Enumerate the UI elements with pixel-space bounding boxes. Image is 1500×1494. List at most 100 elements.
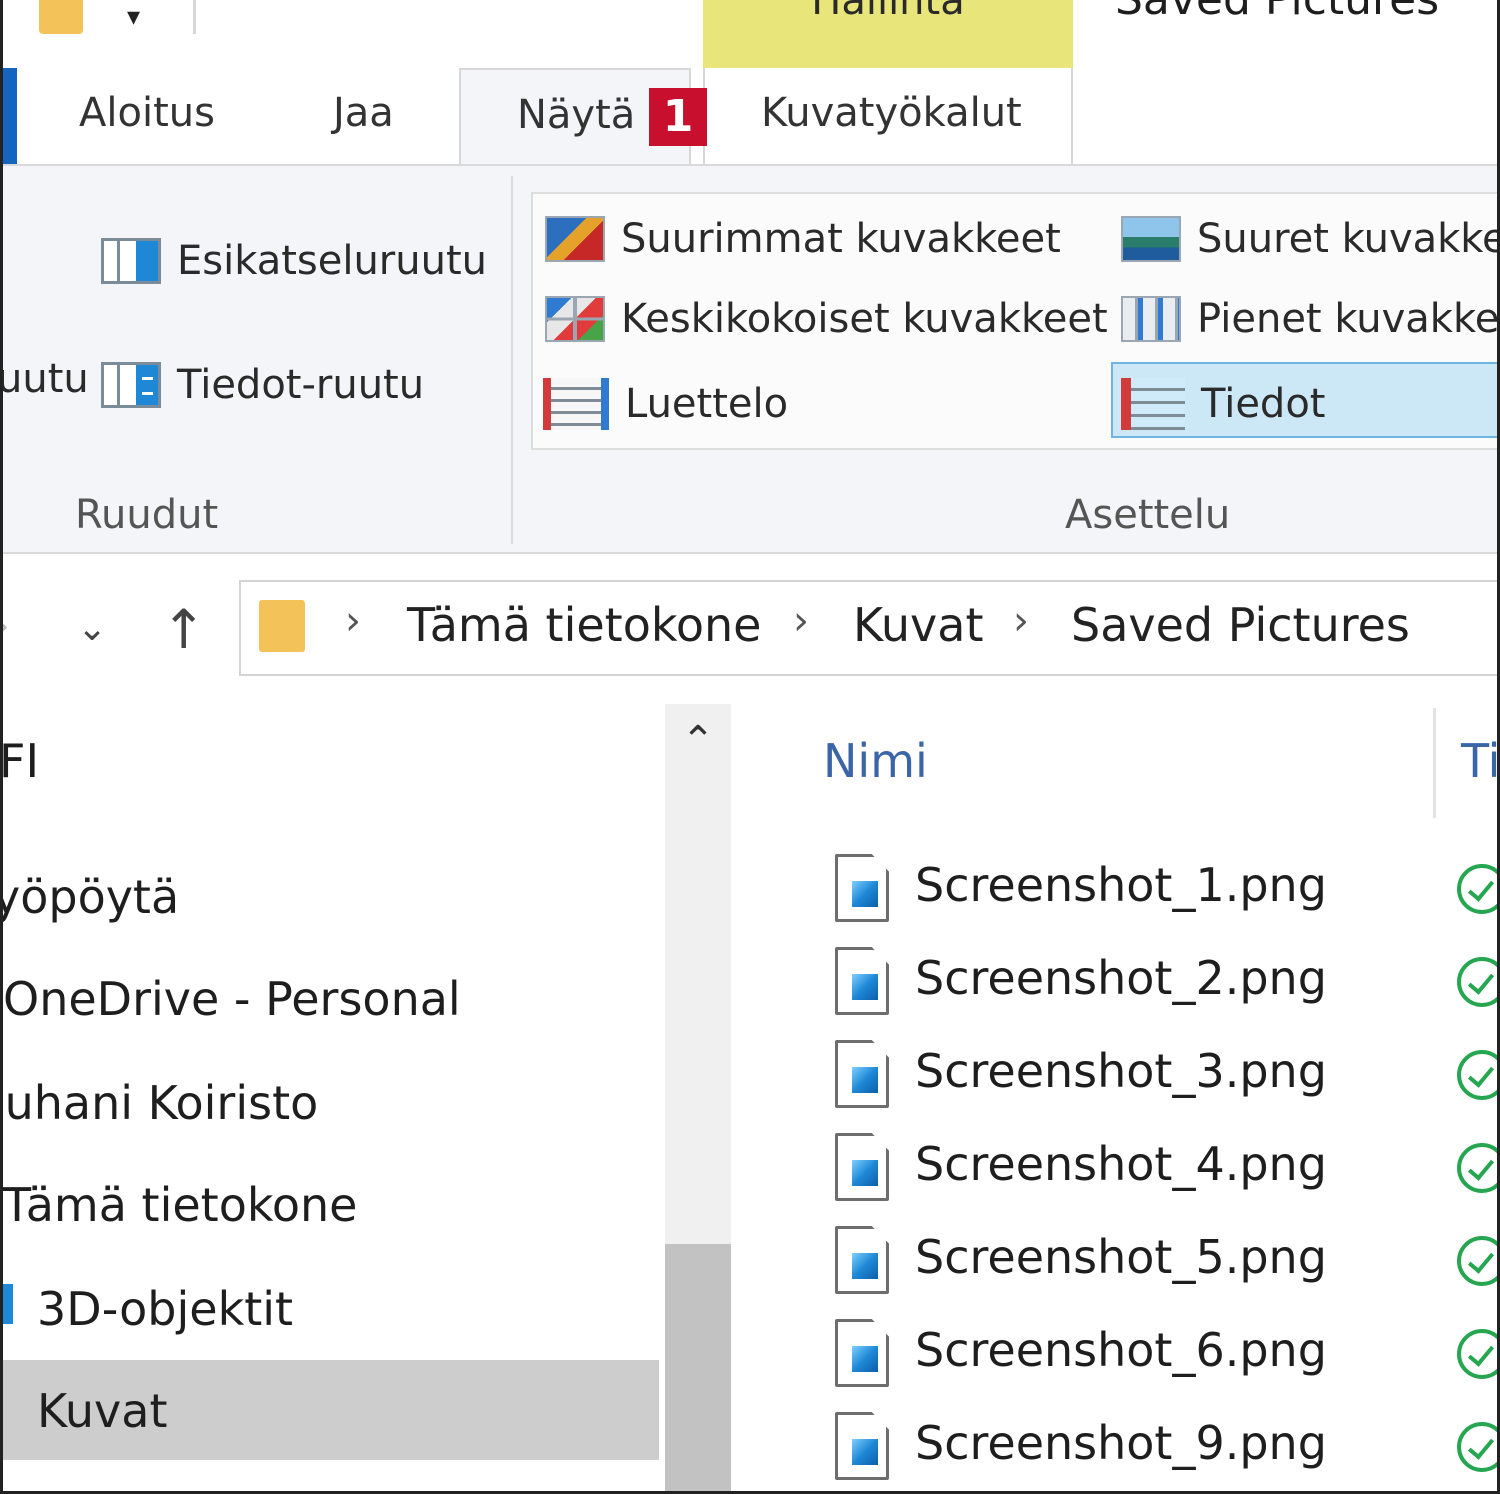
image-file-icon bbox=[835, 1133, 889, 1201]
image-file-icon bbox=[835, 947, 889, 1015]
image-file-icon bbox=[835, 854, 889, 922]
ribbon-tabs: Aloitus Jaa Näytä Kuvatyökalut bbox=[3, 68, 1497, 168]
recent-locations-chevron-icon[interactable]: ⌄ bbox=[77, 608, 107, 649]
preview-pane-button[interactable]: Esikatseluruutu bbox=[101, 238, 487, 284]
context-group-label: Hallinta bbox=[811, 0, 965, 24]
breadcrumb-saved-pictures[interactable]: Saved Pictures bbox=[1071, 598, 1410, 652]
nav-item-desktop[interactable]: yöpöytä bbox=[3, 870, 179, 924]
preview-pane-icon bbox=[101, 238, 161, 284]
file-row[interactable]: Screenshot_9.png bbox=[835, 1410, 1497, 1490]
nav-item-this-pc[interactable]: Tämä tietokone bbox=[3, 1178, 357, 1232]
context-tab-group: Hallinta bbox=[703, 0, 1073, 68]
column-header-name[interactable]: Nimi bbox=[823, 734, 928, 788]
group-label-layout: Asettelu bbox=[1065, 492, 1231, 538]
quick-access-dropdown-icon[interactable]: ▾ bbox=[127, 2, 140, 32]
quick-access-folder-icon[interactable] bbox=[39, 0, 83, 34]
medium-icons-icon bbox=[545, 296, 605, 342]
image-file-icon bbox=[835, 1040, 889, 1108]
details-icon bbox=[1121, 378, 1185, 430]
scroll-up-arrow-icon[interactable]: ⌃ bbox=[665, 718, 731, 764]
column-header-type[interactable]: Ti bbox=[1461, 734, 1497, 788]
image-file-icon bbox=[835, 1226, 889, 1294]
sync-status-icon bbox=[1457, 1143, 1497, 1193]
extra-large-icons-icon bbox=[545, 216, 605, 262]
sync-status-icon bbox=[1457, 957, 1497, 1007]
sync-status-icon bbox=[1457, 1050, 1497, 1100]
small-icons-icon bbox=[1121, 296, 1181, 342]
file-row[interactable]: Screenshot_5.png bbox=[835, 1224, 1497, 1304]
navigation-pane-button-partial[interactable]: uutu bbox=[3, 356, 89, 402]
file-name: Screenshot_6.png bbox=[915, 1323, 1327, 1377]
explorer-window: ▾ Hallinta Saved Pictures Aloitus Jaa Nä… bbox=[0, 0, 1500, 1494]
layout-details[interactable]: Tiedot bbox=[1121, 378, 1325, 430]
3d-objects-icon bbox=[3, 1284, 13, 1324]
navigation-pane: FI yöpöytä OneDrive - Personal Juhani Ko… bbox=[3, 704, 743, 1491]
folder-icon bbox=[259, 600, 305, 652]
file-name: Screenshot_1.png bbox=[915, 858, 1327, 912]
details-pane-label: Tiedot-ruutu bbox=[177, 362, 425, 408]
column-separator[interactable] bbox=[1433, 708, 1436, 818]
list-icon bbox=[543, 378, 609, 430]
layout-list[interactable]: Luettelo bbox=[543, 378, 788, 430]
tab-picture-tools-label: Kuvatyökalut bbox=[761, 90, 1022, 136]
layout-small-icons[interactable]: Pienet kuvakke bbox=[1121, 296, 1500, 342]
navigation-pane-label: uutu bbox=[0, 356, 89, 402]
layout-extra-large-label: Suurimmat kuvakkeet bbox=[621, 216, 1061, 262]
file-row[interactable]: Screenshot_2.png bbox=[835, 945, 1497, 1025]
file-name: Screenshot_9.png bbox=[915, 1416, 1327, 1470]
sync-status-icon bbox=[1457, 1329, 1497, 1379]
file-name: Screenshot_4.png bbox=[915, 1137, 1327, 1191]
layout-large-icons[interactable]: Suuret kuvakke bbox=[1121, 216, 1500, 262]
ribbon-view: uutu Esikatseluruutu Tiedot-ruutu Ruudut… bbox=[3, 164, 1500, 554]
layout-extra-large-icons[interactable]: Suurimmat kuvakkeet bbox=[545, 216, 1061, 262]
title-bar: ▾ Hallinta Saved Pictures bbox=[3, 0, 1497, 68]
layout-large-label: Suuret kuvakke bbox=[1197, 216, 1500, 262]
nav-item-user[interactable]: Juhani Koiristo bbox=[3, 1076, 318, 1130]
sync-status-icon bbox=[1457, 1236, 1497, 1286]
tab-home[interactable]: Aloitus bbox=[79, 90, 215, 136]
tab-share[interactable]: Jaa bbox=[333, 90, 394, 136]
file-row[interactable]: Screenshot_1.png bbox=[835, 852, 1497, 932]
file-row[interactable]: Screenshot_4.png bbox=[835, 1131, 1497, 1211]
layout-medium-label: Keskikokoiset kuvakkeet bbox=[621, 296, 1108, 342]
navigation-bar: › ⌄ ↑ › Tämä tietokone › Kuvat › Saved P… bbox=[3, 556, 1497, 696]
details-pane-button[interactable]: Tiedot-ruutu bbox=[101, 362, 424, 408]
file-name: Screenshot_2.png bbox=[915, 951, 1327, 1005]
file-list: Nimi Ti Screenshot_1.png Screenshot_2.pn… bbox=[743, 704, 1497, 1491]
nav-scrollbar-thumb[interactable] bbox=[665, 1244, 731, 1491]
breadcrumb-pictures[interactable]: Kuvat bbox=[853, 598, 983, 652]
nav-item-pictures[interactable]: Kuvat bbox=[37, 1384, 167, 1438]
callout-badge: 1 bbox=[649, 88, 707, 146]
up-arrow-icon[interactable]: ↑ bbox=[161, 598, 206, 661]
nav-item-3d-objects[interactable]: 3D-objektit bbox=[37, 1282, 293, 1336]
group-label-panes: Ruudut bbox=[75, 492, 219, 538]
window-title: Saved Pictures bbox=[1115, 0, 1439, 25]
image-file-icon bbox=[835, 1412, 889, 1480]
sync-status-icon bbox=[1457, 864, 1497, 914]
breadcrumb-this-pc[interactable]: Tämä tietokone bbox=[407, 598, 761, 652]
breadcrumb-chevron-icon[interactable]: › bbox=[345, 598, 361, 644]
nav-item-onedrive[interactable]: OneDrive - Personal bbox=[3, 972, 461, 1026]
preview-pane-label: Esikatseluruutu bbox=[177, 238, 487, 284]
file-name: Screenshot_3.png bbox=[915, 1044, 1327, 1098]
breadcrumb-chevron-icon[interactable]: › bbox=[1013, 598, 1029, 644]
sync-status-icon bbox=[1457, 1422, 1497, 1472]
forward-icon[interactable]: › bbox=[3, 606, 9, 647]
file-name: Screenshot_5.png bbox=[915, 1230, 1327, 1284]
tab-file[interactable] bbox=[3, 68, 17, 164]
details-pane-icon bbox=[101, 362, 161, 408]
layout-medium-icons[interactable]: Keskikokoiset kuvakkeet bbox=[545, 296, 1108, 342]
breadcrumb-chevron-icon[interactable]: › bbox=[793, 598, 809, 644]
nav-item-fi[interactable]: FI bbox=[3, 734, 39, 788]
address-bar[interactable]: › Tämä tietokone › Kuvat › Saved Picture… bbox=[239, 580, 1497, 676]
layout-details-label: Tiedot bbox=[1201, 381, 1326, 427]
layout-small-label: Pienet kuvakke bbox=[1197, 296, 1500, 342]
file-row[interactable]: Screenshot_6.png bbox=[835, 1317, 1497, 1397]
image-file-icon bbox=[835, 1319, 889, 1387]
tab-picture-tools[interactable]: Kuvatyökalut bbox=[703, 68, 1073, 166]
ribbon-group-separator bbox=[511, 176, 513, 544]
file-row[interactable]: Screenshot_3.png bbox=[835, 1038, 1497, 1118]
large-icons-icon bbox=[1121, 216, 1181, 262]
tab-view-label: Näytä bbox=[517, 92, 636, 138]
quick-access-separator bbox=[193, 0, 196, 34]
